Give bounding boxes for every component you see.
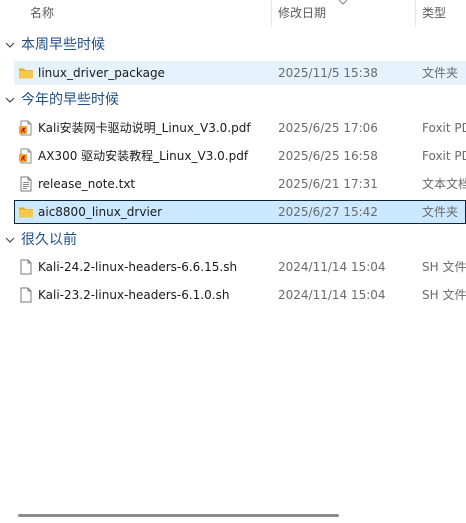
column-header-type[interactable]: 类型 [422, 0, 446, 27]
file-row[interactable]: Kali安装网卡驱动说明_Linux_V3.0.pdf 2025/6/25 17… [14, 116, 466, 140]
column-header-date[interactable]: 修改日期 [278, 0, 326, 27]
pdf-icon [19, 148, 32, 164]
sort-descending-icon [338, 0, 348, 5]
text-file-icon [20, 176, 32, 192]
group-label: 很久以前 [21, 232, 77, 248]
file-type: SH 文件 [422, 288, 466, 302]
file-type: 文件夹 [422, 66, 459, 80]
file-row[interactable]: release_note.txt 2025/6/21 17:31 文本文档 [14, 172, 466, 196]
file-name: release_note.txt [38, 177, 136, 191]
file-explorer-list: 名称 修改日期 类型 本周早些时候 linux_driver_package 2… [0, 0, 466, 523]
column-divider[interactable] [415, 0, 416, 27]
file-date: 2025/6/27 15:42 [278, 205, 378, 219]
file-type: SH 文件 [422, 260, 466, 274]
file-type: Foxit PDF [422, 121, 466, 135]
file-icon [20, 287, 32, 303]
column-header-bar: 名称 修改日期 类型 [0, 0, 466, 27]
group-header-earlier-this-year[interactable]: 今年的早些时候 [0, 88, 466, 112]
group-label: 本周早些时候 [21, 37, 105, 53]
file-row[interactable]: Kali-23.2-linux-headers-6.1.0.sh 2024/11… [14, 283, 466, 307]
scrollbar-thumb[interactable] [18, 514, 339, 517]
chevron-down-icon [5, 97, 15, 103]
file-type: Foxit PDF [422, 149, 466, 163]
file-date: 2024/11/14 15:04 [278, 288, 386, 302]
column-divider[interactable] [271, 0, 272, 27]
file-date: 2025/6/21 17:31 [278, 177, 378, 191]
group-header-long-ago[interactable]: 很久以前 [0, 228, 466, 252]
pdf-icon [19, 120, 32, 136]
file-row[interactable]: AX300 驱动安装教程_Linux_V3.0.pdf 2025/6/25 16… [14, 144, 466, 168]
file-date: 2025/11/5 15:38 [278, 66, 378, 80]
file-name: Kali安装网卡驱动说明_Linux_V3.0.pdf [38, 121, 251, 135]
file-name: Kali-24.2-linux-headers-6.6.15.sh [38, 260, 238, 274]
file-name: AX300 驱动安装教程_Linux_V3.0.pdf [38, 149, 249, 163]
file-name: Kali-23.2-linux-headers-6.1.0.sh [38, 288, 230, 302]
folder-icon [19, 68, 33, 79]
file-name: aic8800_linux_drvier [38, 205, 163, 219]
file-type: 文件夹 [422, 205, 459, 219]
file-date: 2025/6/25 16:58 [278, 149, 378, 163]
file-name: linux_driver_package [38, 66, 165, 80]
file-icon [20, 259, 32, 275]
folder-icon [19, 207, 33, 218]
file-date: 2024/11/14 15:04 [278, 260, 386, 274]
chevron-down-icon [5, 237, 15, 243]
file-row[interactable]: Kali-24.2-linux-headers-6.6.15.sh 2024/1… [14, 255, 466, 279]
chevron-down-icon [5, 42, 15, 48]
group-label: 今年的早些时候 [21, 92, 119, 108]
column-header-name[interactable]: 名称 [30, 0, 54, 27]
horizontal-scrollbar[interactable] [0, 508, 466, 523]
file-type: 文本文档 [422, 177, 466, 191]
file-row[interactable]: aic8800_linux_drvier 2025/6/27 15:42 文件夹 [14, 200, 466, 224]
file-date: 2025/6/25 17:06 [278, 121, 378, 135]
group-header-this-week[interactable]: 本周早些时候 [0, 33, 466, 57]
file-row[interactable]: linux_driver_package 2025/11/5 15:38 文件夹 [14, 61, 466, 85]
